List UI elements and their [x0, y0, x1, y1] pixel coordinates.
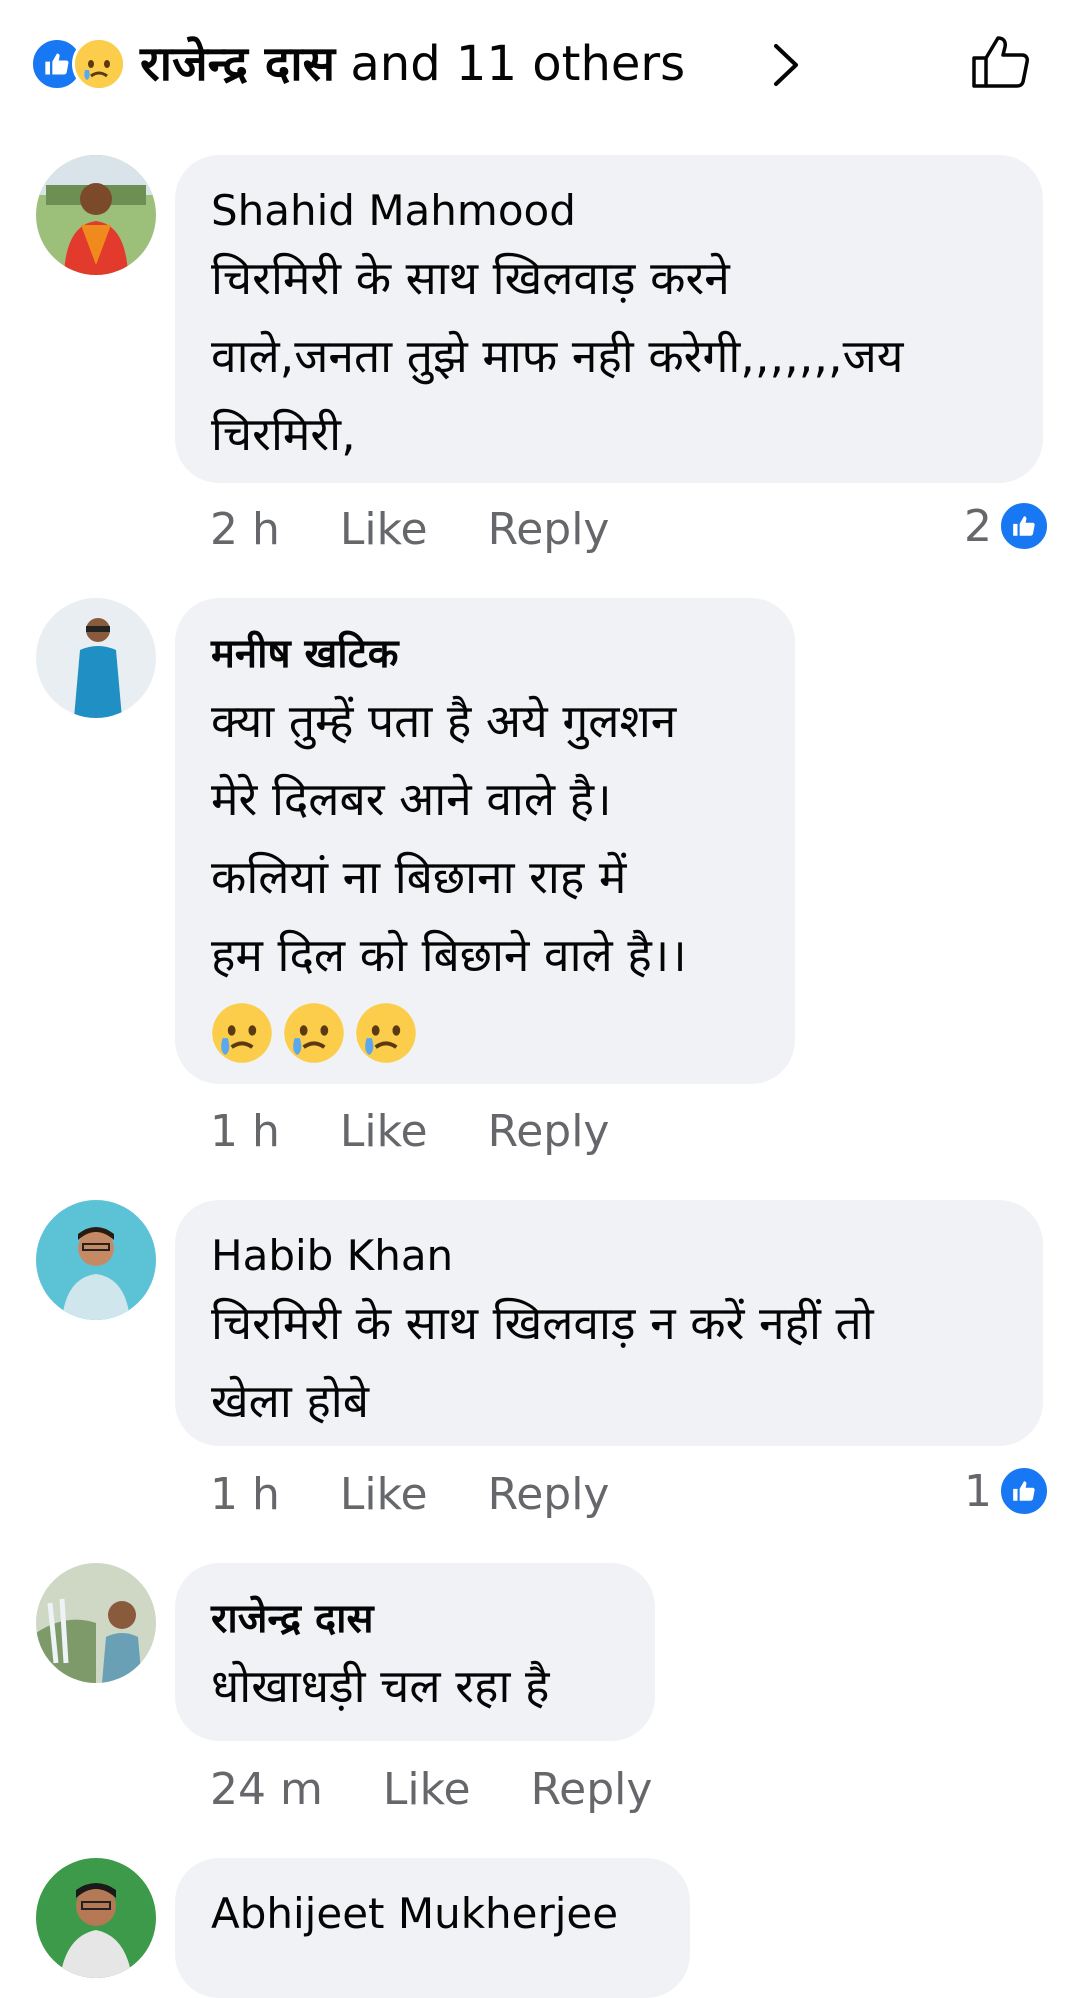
reactions-header[interactable]: राजेन्द्र दास and 11 others [0, 0, 1080, 128]
comment-meta: 24 m Like Reply [210, 1760, 652, 1820]
comment-meta: 2 h Like Reply [210, 500, 609, 560]
comment-author[interactable]: राजेन्द्र दास [211, 1591, 619, 1647]
avatar[interactable] [36, 1200, 156, 1320]
reply-link[interactable]: Reply [488, 500, 610, 560]
comment-text-line: मेरे दिलबर आने वाले है। [211, 772, 612, 826]
header-others: and 11 others [335, 36, 686, 92]
comment-bubble[interactable]: Shahid Mahmood चिरमिरी के साथ खिलवाड़ कर… [175, 155, 1043, 483]
comment-time[interactable]: 2 h [210, 500, 280, 560]
comment-bubble[interactable]: Habib Khan चिरमिरी के साथ खिलवाड़ न करें… [175, 1200, 1043, 1446]
comment-text-line: कलियां ना बिछाना राह में [211, 850, 627, 904]
emoji-row [211, 1002, 759, 1064]
like-link[interactable]: Like [340, 1102, 428, 1162]
reactions-summary[interactable]: राजेन्द्र दास and 11 others [140, 32, 685, 96]
avatar[interactable] [36, 1563, 156, 1683]
sad-face-emoji-icon [356, 1003, 416, 1063]
avatar[interactable] [36, 598, 156, 718]
reaction-count[interactable]: 1 [964, 1465, 1050, 1517]
reply-link[interactable]: Reply [488, 1465, 610, 1525]
like-link[interactable]: Like [340, 500, 428, 560]
comment-text-line: हम दिल को बिछाने वाले है।। [211, 928, 687, 982]
comment-author[interactable]: Habib Khan [211, 1228, 1007, 1284]
reaction-count-number: 2 [964, 500, 992, 552]
chevron-right-icon[interactable] [768, 40, 804, 94]
like-reaction-icon [998, 500, 1050, 552]
comment-bubble[interactable]: Abhijeet Mukherjee [175, 1858, 690, 1998]
comment-meta: 1 h Like Reply [210, 1102, 609, 1162]
like-link[interactable]: Like [383, 1760, 471, 1820]
thumbs-up-outline-icon[interactable] [968, 30, 1032, 98]
reaction-icons [30, 37, 126, 91]
comment-bubble[interactable]: मनीष खटिक क्या तुम्हें पता है अये गुलशन … [175, 598, 795, 1084]
reply-link[interactable]: Reply [488, 1102, 610, 1162]
reply-link[interactable]: Reply [531, 1760, 653, 1820]
comment-time[interactable]: 1 h [210, 1102, 280, 1162]
comment-text-line: चिरमिरी, [211, 407, 356, 461]
comment-text-line: चिरमिरी के साथ खिलवाड़ न करें नहीं तो [211, 1296, 874, 1350]
sad-face-emoji-icon [284, 1003, 344, 1063]
comment-text-line: धोखाधड़ी चल रहा है [211, 1659, 550, 1713]
avatar[interactable] [36, 155, 156, 275]
avatar[interactable] [36, 1858, 156, 1978]
comment-meta: 1 h Like Reply [210, 1465, 609, 1525]
comment-time[interactable]: 1 h [210, 1465, 280, 1525]
comment-text-line: चिरमिरी के साथ खिलवाड़ करने [211, 251, 730, 305]
comment-author[interactable]: मनीष खटिक [211, 626, 759, 682]
comment-bubble[interactable]: राजेन्द्र दास धोखाधड़ी चल रहा है [175, 1563, 655, 1741]
comment-author[interactable]: Shahid Mahmood [211, 183, 1007, 239]
like-link[interactable]: Like [340, 1465, 428, 1525]
sad-reaction-icon [72, 37, 126, 91]
like-reaction-icon [998, 1465, 1050, 1517]
comment-text-line: क्या तुम्हें पता है अये गुलशन [211, 694, 677, 748]
comment-author[interactable]: Abhijeet Mukherjee [211, 1886, 654, 1942]
comment-text-line: वाले,जनता तुझे माफ नही करेगी,,,,,,,जय [211, 329, 904, 383]
header-name: राजेन्द्र दास [140, 36, 336, 92]
comment-time[interactable]: 24 m [210, 1760, 323, 1820]
sad-face-emoji-icon [212, 1003, 272, 1063]
reaction-count-number: 1 [964, 1465, 992, 1517]
comment-text-line: खेला होबे [211, 1374, 369, 1428]
reaction-count[interactable]: 2 [964, 500, 1050, 552]
